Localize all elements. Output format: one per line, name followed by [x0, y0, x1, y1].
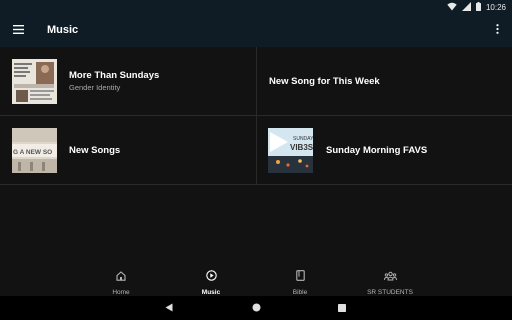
- nav-tab-bible[interactable]: Bible: [260, 262, 340, 296]
- book-icon: [295, 268, 305, 286]
- system-home-button[interactable]: [249, 301, 263, 315]
- system-back-button[interactable]: [162, 301, 176, 315]
- grid-item-sunday-morning-favs[interactable]: SUNDAY VIB3S Sunday Morning FAVS: [257, 116, 512, 185]
- back-icon: [165, 299, 173, 317]
- status-time: 10:26: [485, 2, 506, 12]
- play-circle-icon: [205, 268, 217, 286]
- status-bar: 10:26: [0, 0, 512, 14]
- app-bar: Music: [0, 14, 512, 47]
- grid-item-new-songs[interactable]: G A NEW SO New Songs: [0, 116, 257, 185]
- group-icon: [383, 268, 397, 286]
- home-icon: [116, 268, 126, 286]
- menu-button[interactable]: [10, 23, 26, 37]
- grid-item-title: New Songs: [69, 144, 121, 156]
- svg-text:SUNDAY: SUNDAY: [293, 136, 313, 142]
- grid-item-title: New Song for This Week: [269, 75, 380, 87]
- system-nav-bar: [0, 296, 512, 320]
- grid-item-new-song-for-this-week[interactable]: New Song for This Week: [257, 47, 512, 116]
- bottom-nav: Home Music Bible SR STUDENTS: [0, 262, 512, 296]
- music-grid: More Than Sundays Gender Identity New So…: [0, 47, 512, 186]
- nav-tab-home[interactable]: Home: [81, 262, 161, 296]
- svg-text:VIB3S: VIB3S: [290, 143, 313, 152]
- nav-tab-music[interactable]: Music: [171, 262, 251, 296]
- nav-tab-sr-students[interactable]: SR STUDENTS: [350, 262, 430, 296]
- sunday-vibes-artwork: SUNDAY VIB3S: [268, 128, 313, 173]
- grid-item-title: More Than Sundays: [69, 70, 160, 81]
- page-title: Music: [47, 24, 79, 36]
- more-than-sundays-artwork: [12, 59, 57, 104]
- recents-icon: [338, 299, 346, 317]
- status-icons: 10:26: [447, 1, 506, 13]
- more-vert-icon: [495, 21, 499, 39]
- grid-item-title: Sunday Morning FAVS: [326, 144, 428, 156]
- hamburger-menu-icon: [12, 21, 24, 39]
- grid-item-more-than-sundays[interactable]: More Than Sundays Gender Identity: [0, 47, 257, 116]
- overflow-menu-button[interactable]: [493, 23, 501, 37]
- grid-item-subtitle: Gender Identity: [69, 83, 121, 92]
- home-circle-icon: [252, 299, 261, 317]
- svg-text:G A NEW SO: G A NEW SO: [13, 149, 52, 156]
- system-recents-button[interactable]: [335, 301, 349, 315]
- new-songs-artwork: G A NEW SO: [12, 128, 57, 173]
